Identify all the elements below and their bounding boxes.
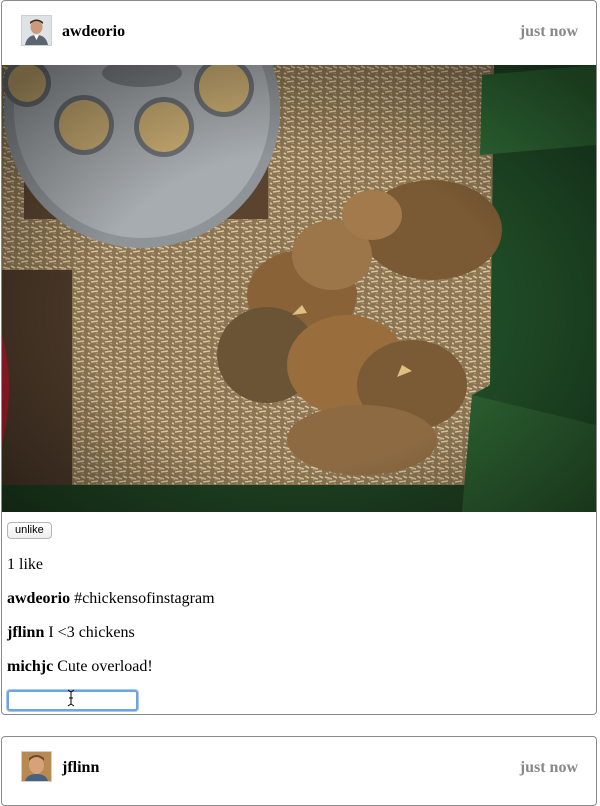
- comment-owner[interactable]: awdeorio: [7, 590, 70, 607]
- owner-username[interactable]: awdeorio: [62, 23, 125, 41]
- post-card: jflinn just now: [1, 736, 597, 806]
- owner-avatar[interactable]: [21, 15, 52, 46]
- owner-username[interactable]: jflinn: [62, 759, 99, 777]
- avatar-icon: [22, 752, 51, 781]
- likes-count: 1 like: [7, 556, 43, 573]
- comment: jflinn I <3 chickens: [7, 624, 135, 642]
- comment-owner[interactable]: jflinn: [7, 624, 44, 641]
- avatar-icon: [22, 16, 51, 45]
- post-timestamp[interactable]: just now: [520, 23, 578, 41]
- comment-owner[interactable]: michjc: [7, 658, 53, 675]
- comment: awdeorio #chickensofinstagram: [7, 590, 215, 608]
- post-timestamp[interactable]: just now: [520, 759, 578, 777]
- post-card: awdeorio just now unlike 1 like awdeorio…: [1, 0, 597, 715]
- text-cursor-icon: [67, 689, 75, 707]
- comment-text: #chickensofinstagram: [74, 590, 215, 607]
- comment-text: I <3 chickens: [48, 624, 135, 641]
- unlike-button[interactable]: unlike: [7, 522, 52, 539]
- post-image: [2, 65, 596, 512]
- owner-avatar[interactable]: [21, 751, 52, 782]
- post-header: awdeorio just now: [2, 1, 596, 65]
- comment: michjc Cute overload!: [7, 658, 153, 676]
- post-header: jflinn just now: [2, 737, 596, 801]
- chicks-photo: [2, 65, 596, 512]
- comment-text: Cute overload!: [57, 658, 153, 675]
